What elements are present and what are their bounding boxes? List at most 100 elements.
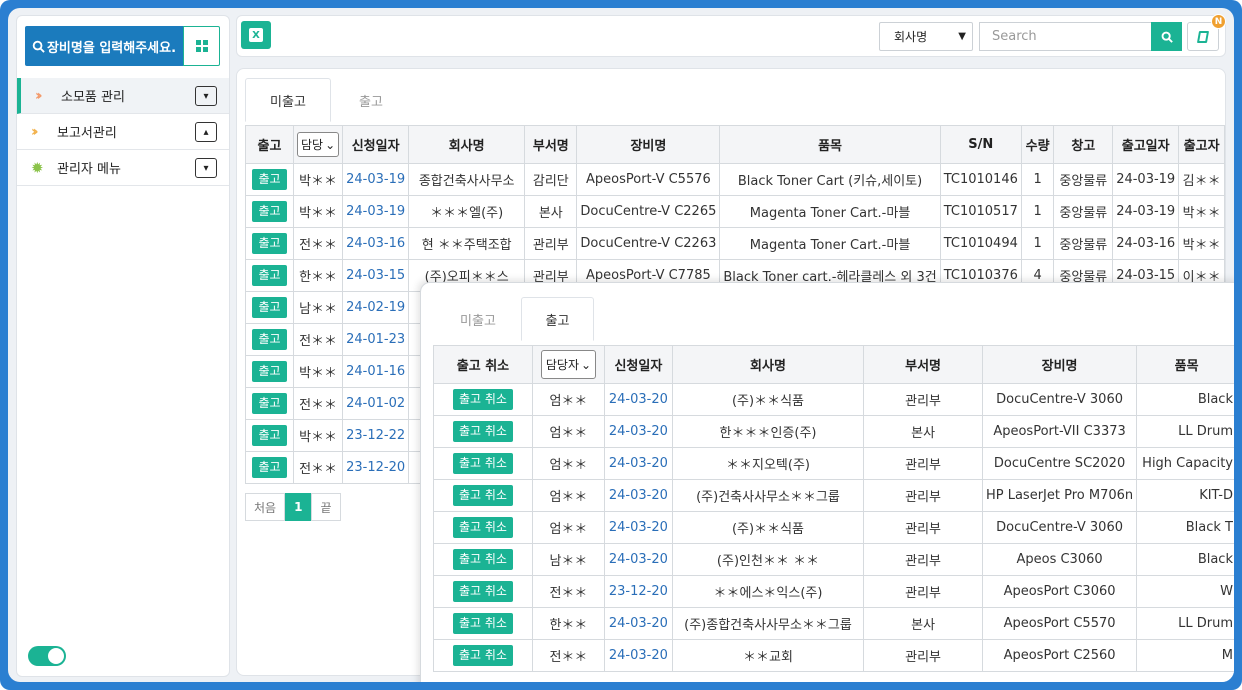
table-cell[interactable]: 24-03-19: [342, 163, 410, 196]
table-cell: Black: [1136, 543, 1234, 576]
ship-button[interactable]: 출고: [252, 425, 287, 446]
table-cell[interactable]: 24-03-19: [342, 195, 410, 228]
theme-toggle[interactable]: [28, 646, 66, 666]
ship-cell: 출고: [245, 387, 294, 420]
column-header[interactable]: 담당 ⌄: [292, 125, 344, 164]
table-cell[interactable]: 24-03-20: [603, 543, 673, 576]
cancel-ship-button[interactable]: 출고 취소: [452, 645, 513, 666]
table-cell[interactable]: 24-03-20: [603, 511, 673, 544]
table-cell: W: [1136, 575, 1234, 608]
table-row: 출고 취소 엄＊＊ 24-03-20 ＊＊지오텍(주) 관리부 DocuCentre SC…: [433, 447, 1234, 480]
table-cell[interactable]: 23-12-20: [342, 451, 410, 484]
cancel-ship-button[interactable]: 출고 취소: [452, 453, 513, 474]
table-cell[interactable]: 24-03-15: [342, 259, 410, 292]
search-button[interactable]: [1151, 22, 1182, 51]
ship-button[interactable]: 출고: [252, 361, 287, 382]
table-cell[interactable]: 24-03-20: [603, 447, 673, 480]
table-cell: LL Drum: [1136, 415, 1234, 448]
table-cell: 전＊＊: [292, 451, 344, 484]
ship-cell: 출고: [245, 195, 294, 228]
table-cell: KIT-D: [1136, 479, 1234, 512]
table-cell: 전＊＊: [292, 323, 344, 356]
table-row: 출고 취소 전＊＊ 23-12-20 ＊＊에스＊익스(주) 관리부 ApeosPort C…: [433, 575, 1234, 608]
table-cell: TC1010494: [939, 227, 1022, 260]
assignee-filter-select[interactable]: 담당자 ⌄: [540, 350, 597, 379]
ship-button[interactable]: 출고: [252, 233, 287, 254]
cancel-ship-button[interactable]: 출고 취소: [452, 421, 513, 442]
cancel-ship-button[interactable]: 출고 취소: [452, 517, 513, 538]
company-select[interactable]: 회사명 ▼: [879, 22, 973, 51]
ship-button[interactable]: 출고: [252, 297, 287, 318]
column-header: 부서명: [524, 125, 578, 164]
table-header-row: 출고 담당 ⌄ 신청일자 회사명 부서명 장비명 품목 S/N 수량 창고 출고일자 출고자: [245, 125, 1225, 164]
chevron-down-icon[interactable]: ▾: [195, 86, 217, 106]
ship-button[interactable]: 출고: [252, 265, 287, 286]
assignee-filter-select[interactable]: 담당 ⌄: [296, 132, 340, 157]
sidebar-item-label: 소모품 관리: [61, 90, 125, 105]
table-row: 출고 취소 엄＊＊ 24-03-20 (주)건축사사무소＊＊그룹 관리부 HP Laser…: [433, 479, 1234, 512]
cancel-ship-button[interactable]: 출고 취소: [452, 389, 513, 410]
column-header: 신청일자: [342, 125, 410, 164]
grid-view-button[interactable]: [183, 26, 220, 66]
ship-cell: 출고: [245, 291, 294, 324]
chevron-down-icon: ⌄: [580, 357, 592, 372]
cancel-cell: 출고 취소: [433, 415, 533, 448]
table-cell[interactable]: 24-01-23: [342, 323, 410, 356]
column-header[interactable]: 담당자 ⌄: [531, 345, 605, 384]
table-cell[interactable]: 24-03-16: [342, 227, 410, 260]
table-cell[interactable]: 24-03-20: [603, 383, 673, 416]
ship-button[interactable]: 출고: [252, 457, 287, 478]
table-cell[interactable]: 24-03-20: [603, 415, 673, 448]
pager-last[interactable]: 끝: [311, 493, 341, 521]
table-cell[interactable]: 24-02-19: [342, 291, 410, 324]
table-cell: 24-03-19: [1112, 163, 1180, 196]
table-cell: ＊＊교회: [671, 639, 865, 672]
table-cell[interactable]: 24-01-16: [342, 355, 410, 388]
table-cell[interactable]: 23-12-20: [603, 575, 673, 608]
table-row: 출고 취소 한＊＊ 24-03-20 (주)종합건축사사무소＊＊그룹 본사 ApeosPo…: [433, 607, 1234, 640]
cancel-ship-button[interactable]: 출고 취소: [452, 485, 513, 506]
table-cell: 한＊＊: [292, 259, 344, 292]
pager-current[interactable]: 1: [285, 493, 312, 521]
ship-cell: 출고: [245, 227, 294, 260]
excel-export-button[interactable]: X: [241, 21, 271, 49]
table-cell[interactable]: 23-12-22: [342, 419, 410, 452]
table-cell: 엄＊＊: [531, 511, 605, 544]
table-cell: 전＊＊: [292, 227, 344, 260]
gear-icon: ✹: [31, 158, 44, 177]
ship-button[interactable]: 출고: [252, 201, 287, 222]
table-cell[interactable]: 24-03-20: [603, 639, 673, 672]
table-cell[interactable]: 24-03-20: [603, 479, 673, 512]
equipment-search-button[interactable]: 장비명을 입력해주세요.: [25, 26, 183, 66]
sidebar-item-consumables[interactable]: ›› 소모품 관리 ▾: [17, 78, 229, 114]
table-cell: 본사: [524, 195, 578, 228]
cancel-ship-button[interactable]: 출고 취소: [452, 581, 513, 602]
tab-not-shipped[interactable]: 미출고: [245, 78, 331, 122]
ship-button[interactable]: 출고: [252, 169, 287, 190]
cancel-ship-button[interactable]: 출고 취소: [452, 613, 513, 634]
sidebar-item-reports[interactable]: ›› 보고서관리 ▴: [17, 114, 229, 150]
table-cell[interactable]: 24-03-20: [603, 607, 673, 640]
table-row: 출고 취소 엄＊＊ 24-03-20 (주)＊＊식품 관리부 DocuCentre-V 3…: [433, 511, 1234, 544]
chevron-down-icon[interactable]: ▾: [195, 158, 217, 178]
table-cell: 중앙물류: [1053, 227, 1114, 260]
table-row: 출고 전＊＊ 24-03-16 현 ＊＊주택조합 관리부 DocuCentre-V C22…: [245, 227, 1225, 260]
table-cell: 관리부: [863, 479, 983, 512]
pager-first[interactable]: 처음: [245, 493, 286, 521]
table-cell: High Capacity: [1136, 447, 1234, 480]
table-cell: ApeosPort C5570: [981, 607, 1138, 640]
ship-button[interactable]: 출고: [252, 329, 287, 350]
table-cell[interactable]: 24-01-02: [342, 387, 410, 420]
search-input[interactable]: [979, 22, 1151, 51]
tab-shipped[interactable]: 출고: [521, 297, 594, 341]
chevron-up-icon[interactable]: ▴: [195, 122, 217, 142]
tab-shipped[interactable]: 출고: [331, 78, 411, 122]
table-cell: 1: [1020, 227, 1055, 260]
sidebar-item-admin[interactable]: ✹ 관리자 메뉴 ▾: [17, 150, 229, 186]
tab-not-shipped[interactable]: 미출고: [435, 297, 521, 341]
column-header: 출고자: [1178, 125, 1225, 164]
ship-button[interactable]: 출고: [252, 393, 287, 414]
table-cell: 현 ＊＊주택조합: [408, 227, 526, 260]
cancel-ship-button[interactable]: 출고 취소: [452, 549, 513, 570]
chevron-down-icon: ▼: [958, 31, 966, 42]
